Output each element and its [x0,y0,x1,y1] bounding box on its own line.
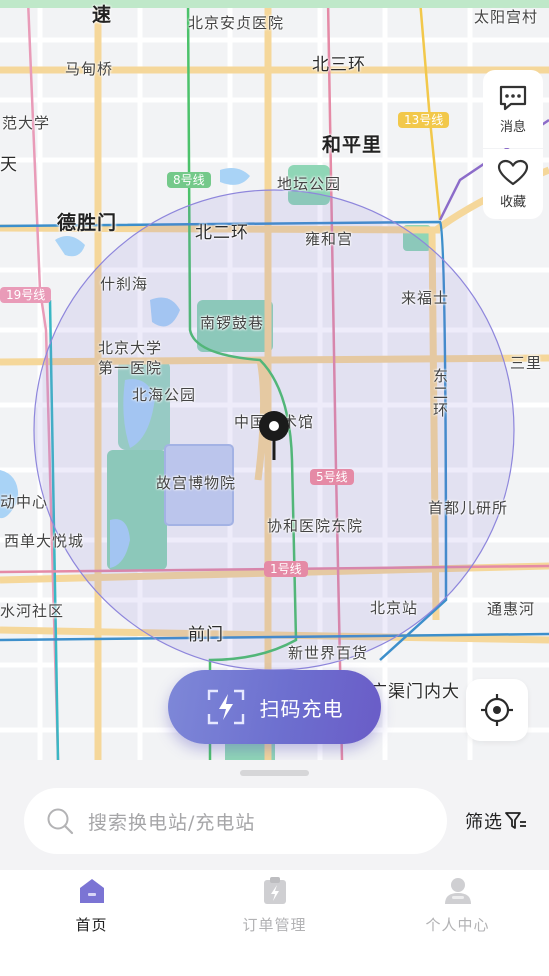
map-label: 三里 [510,354,543,372]
search-icon [47,808,74,835]
scan-charge-icon [207,689,244,725]
map-label: 协和医院东院 [267,517,364,535]
map-label: 南锣鼓巷 [200,314,265,332]
heart-icon [497,159,529,185]
filter-button[interactable]: 筛选 [465,808,527,834]
order-icon [263,877,286,904]
map-label: 什刹海 [100,275,149,293]
subway-line-badge: 13号线 [398,112,450,128]
subway-line-badge: 5号线 [310,469,354,485]
map-label: 范大学 [2,114,51,132]
map-base [0,0,549,760]
map-view[interactable]: 速 北京安贞医院 太阳宫村 马甸桥 北三环 范大学 和平里 天 地坛公园 德胜门… [0,0,549,760]
bottom-sheet: 搜索换电站/充电站 筛选 首页 订单管理 个人中心 [0,760,549,976]
map-label: 德胜门 [57,212,118,234]
favorites-label: 收藏 [499,194,526,210]
map-label: 和平里 [322,134,383,156]
tab-bar: 首页 订单管理 个人中心 [0,870,549,976]
map-label: 太阳宫村 [474,8,539,26]
subway-line-badge: 19号线 [0,287,52,303]
tab-home[interactable]: 首页 [0,870,183,976]
map-label: 北京安贞医院 [188,14,285,32]
tab-profile-label: 个人中心 [425,916,490,934]
filter-icon [505,812,526,829]
map-label: 首都儿研所 [428,499,509,517]
map-label: 北京大学第一医院 [98,339,163,377]
sheet-drag-handle[interactable] [240,770,309,776]
map-label: 北海公园 [132,386,197,404]
scan-charge-label: 扫码充电 [259,696,344,721]
user-icon [444,878,471,904]
favorites-button[interactable]: 收藏 [483,149,543,219]
map-label: 东二环 [431,368,449,419]
home-icon [79,879,104,903]
filter-label: 筛选 [465,812,503,833]
messages-button[interactable]: 消息 [483,70,543,148]
map-label: 通惠河 [487,600,536,618]
map-label: 来福士 [401,289,450,307]
map-label: 水河社区 [0,602,65,620]
search-placeholder: 搜索换电站/充电站 [88,811,256,834]
tab-orders-label: 订单管理 [242,916,307,934]
map-label: 广渠门内大 [370,682,460,702]
map-label: 雍和宫 [305,230,354,248]
map-label: 马甸桥 [65,60,114,78]
map-label: 速 [92,4,113,26]
map-label: 新世界百货 [288,644,369,662]
subway-line-badge: 8号线 [167,172,211,188]
map-label: 北三环 [312,55,366,75]
tab-home-label: 首页 [75,916,108,934]
map-label: 地坛公园 [277,175,342,193]
subway-line-badge: 1号线 [264,561,308,577]
messages-label: 消息 [499,119,526,135]
locate-icon [481,694,513,726]
map-label: 西单大悦城 [4,532,85,550]
map-label: 前门 [188,625,224,645]
map-label: 北京站 [370,599,419,617]
map-label: 动中心 [0,493,49,511]
search-input[interactable]: 搜索换电站/充电站 [24,788,447,854]
tab-profile[interactable]: 个人中心 [366,870,549,976]
tab-orders[interactable]: 订单管理 [183,870,366,976]
map-label: 天 [0,155,18,175]
map-label: 故宫博物院 [156,474,237,492]
location-pin-icon [259,411,289,460]
scan-charge-button[interactable]: 扫码充电 [168,670,381,744]
locate-button[interactable] [466,679,528,741]
map-label: 北二环 [195,223,249,243]
message-icon [499,85,527,110]
